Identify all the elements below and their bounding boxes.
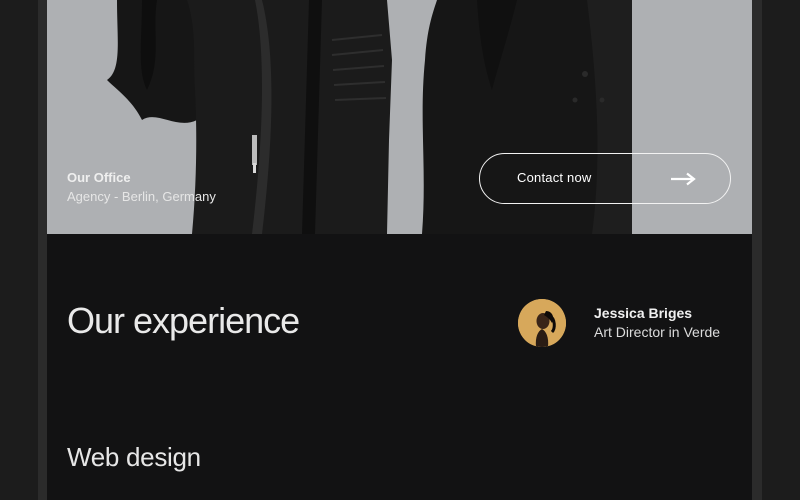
contact-now-button[interactable]: Contact now xyxy=(479,153,731,204)
section-title: Our experience xyxy=(67,300,300,341)
contact-now-label: Contact now xyxy=(517,170,592,185)
hero-photo-section: Our Office Agency - Berlin, Germany Cont… xyxy=(47,0,752,234)
author-role: Art Director in Verde xyxy=(594,324,721,340)
content-card: Our Office Agency - Berlin, Germany Cont… xyxy=(47,0,752,500)
service-item-web-design[interactable]: Web design xyxy=(67,442,201,473)
office-location: Agency - Berlin, Germany xyxy=(67,189,216,204)
office-title: Our Office xyxy=(67,170,131,185)
arrow-right-icon xyxy=(671,172,696,186)
office-info: Our Office Agency - Berlin, Germany xyxy=(67,170,216,206)
author-name: Jessica Briges xyxy=(594,305,693,321)
author-card: Jessica Briges Art Director in Verde xyxy=(518,297,748,349)
avatar xyxy=(518,299,566,347)
page-frame: Our Office Agency - Berlin, Germany Cont… xyxy=(0,0,800,500)
